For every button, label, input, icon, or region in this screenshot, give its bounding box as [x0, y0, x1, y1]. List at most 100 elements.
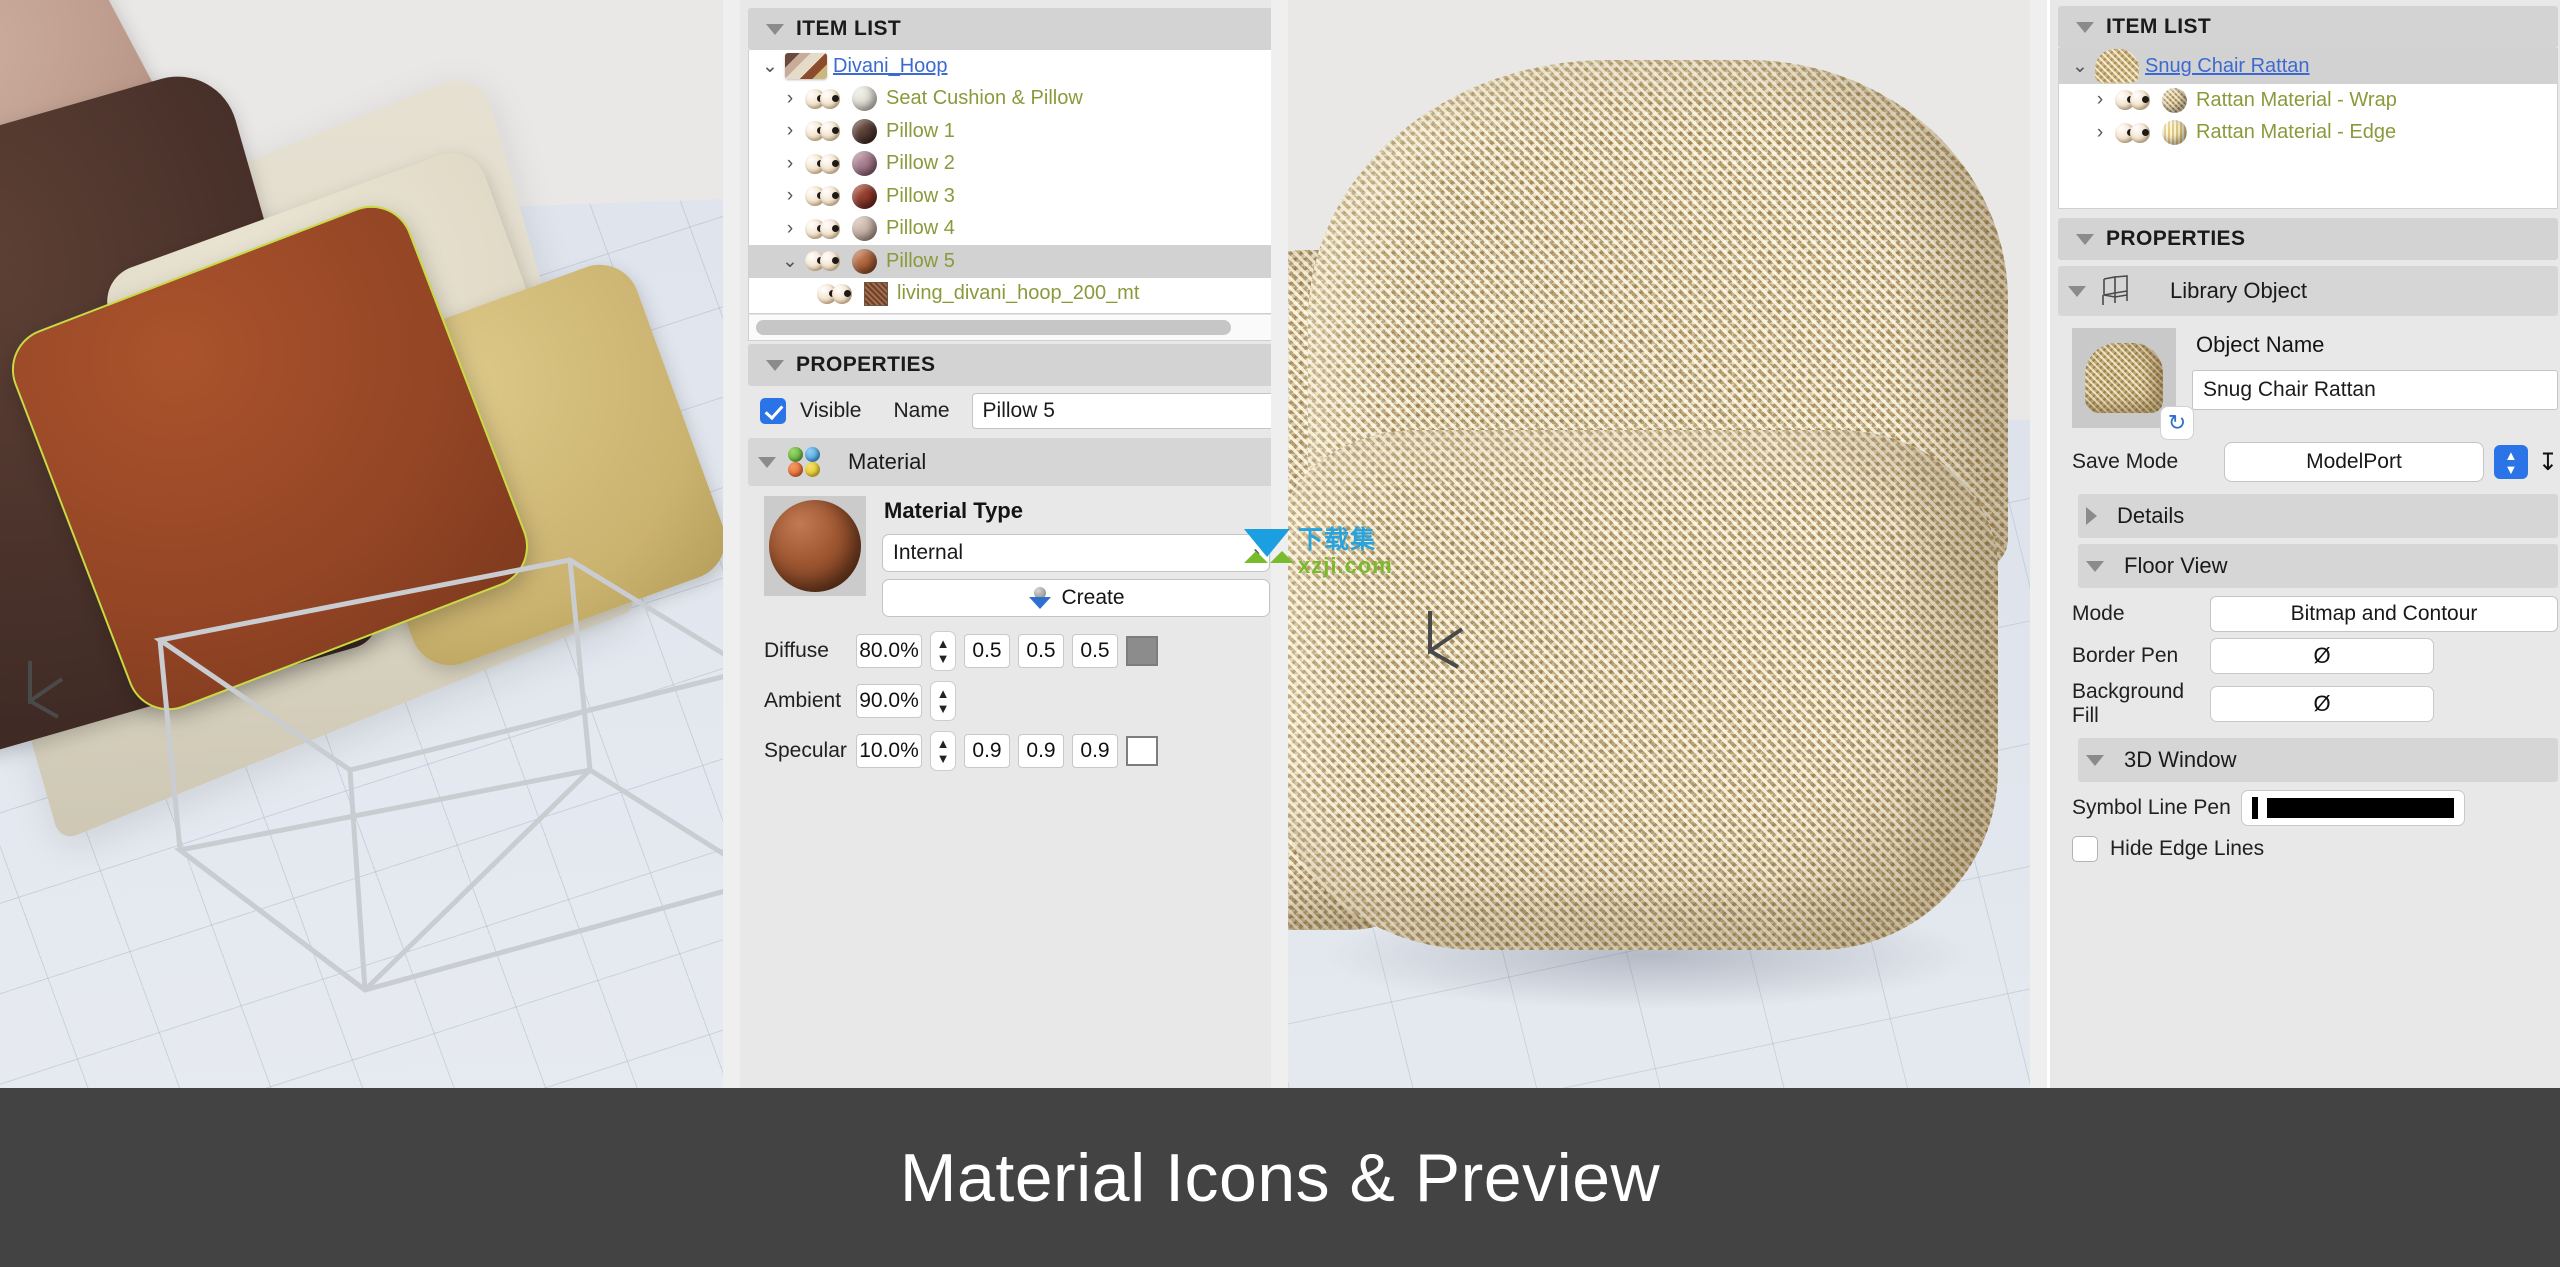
refresh-preview-button[interactable]: ↻ [2160, 406, 2194, 440]
hide-edge-lines-label: Hide Edge Lines [2110, 837, 2265, 860]
pen-color-bar [2266, 798, 2454, 818]
tree-row-label[interactable]: Pillow 5 [886, 250, 955, 273]
material-type-label: Material Type [884, 498, 1023, 523]
border-pen-value[interactable]: Ø [2210, 638, 2434, 674]
diffuse-b-input[interactable]: 0.5 [1072, 634, 1118, 668]
right-panel-divider[interactable] [2030, 0, 2047, 1088]
sofa-3d-viewport[interactable] [0, 0, 723, 1088]
library-object-header[interactable]: Library Object [2058, 266, 2558, 316]
tree-row-living-divani-hoop-texture[interactable]: living_divani_hoop_200_mt [749, 278, 1279, 311]
tree-row-pillow-5[interactable]: ⌄ Pillow 5 [749, 245, 1279, 278]
ambient-percent-input[interactable]: 90.0% [856, 684, 922, 718]
rattan-chair-3d-viewport[interactable] [1288, 0, 2030, 1088]
chevron-down-icon[interactable]: ⌄ [755, 55, 785, 78]
specular-percent-input[interactable]: 10.0% [856, 734, 922, 768]
border-pen-label: Border Pen [2072, 644, 2179, 667]
tree-row-pillow-4[interactable]: › Pillow 4 [749, 213, 1279, 246]
left-properties-header[interactable]: PROPERTIES [748, 344, 1280, 386]
chevron-right-icon [2086, 507, 2097, 525]
details-title: Details [2117, 503, 2185, 528]
tree-row-label[interactable]: Rattan Material - Edge [2196, 121, 2396, 144]
tree-row-label[interactable]: Snug Chair Rattan [2145, 55, 2310, 78]
tree-row-label[interactable]: Divani_Hoop [833, 55, 948, 78]
material-eyes-icon [805, 250, 845, 272]
diffuse-color-swatch[interactable] [1126, 636, 1158, 666]
tree-row-label[interactable]: Pillow 4 [886, 217, 955, 240]
tree-row-pillow-1[interactable]: › Pillow 1 [749, 115, 1279, 148]
diffuse-r-input[interactable]: 0.5 [964, 634, 1010, 668]
left-item-tree[interactable]: ⌄ Divani_Hoop › Seat Cushion & Pillow › [748, 50, 1280, 314]
tree-row-pillow-2[interactable]: › Pillow 2 [749, 148, 1279, 181]
sofa-thumbnail-icon [785, 53, 827, 80]
material-preview-thumbnail [764, 496, 866, 596]
tree-row-label[interactable]: Seat Cushion & Pillow [886, 87, 1083, 110]
chair-preview-render [2085, 343, 2163, 413]
object-name-input[interactable]: Snug Chair Rattan [2192, 370, 2558, 410]
object-name-input[interactable]: Pillow 5 [971, 393, 1280, 429]
ambient-stepper[interactable]: ▲ ▼ [930, 681, 956, 721]
left-item-list-hscrollbar[interactable] [748, 314, 1280, 341]
create-material-button[interactable]: Create [882, 579, 1270, 617]
tree-row-seat-cushion[interactable]: › Seat Cushion & Pillow [749, 83, 1279, 116]
diffuse-g-input[interactable]: 0.5 [1018, 634, 1064, 668]
chevron-right-icon[interactable]: › [775, 218, 805, 240]
floor-view-section-header[interactable]: Floor View [2078, 544, 2558, 588]
chair-seat [1288, 430, 1998, 950]
diffuse-stepper[interactable]: ▲ ▼ [930, 631, 956, 671]
specular-color-swatch[interactable] [1126, 736, 1158, 766]
save-mode-stepper[interactable]: ▲ ▼ [2493, 445, 2528, 479]
mode-select[interactable]: Bitmap and Contour [2210, 596, 2558, 632]
create-download-icon [1027, 587, 1053, 609]
material-eyes-icon [2115, 122, 2155, 144]
tree-row-label[interactable]: Pillow 2 [886, 152, 955, 175]
tree-row-divani-hoop[interactable]: ⌄ Divani_Hoop [749, 50, 1279, 83]
diffuse-percent-input[interactable]: 80.0% [856, 634, 922, 668]
tree-row-rattan-material-wrap[interactable]: › Rattan Material - Wrap [2059, 84, 2557, 117]
material-section-header[interactable]: Material [748, 438, 1280, 486]
background-fill-value[interactable]: Ø [2210, 686, 2434, 722]
texture-swatch-icon [864, 281, 888, 306]
right-item-list-header[interactable]: ITEM LIST [2058, 6, 2558, 48]
chevron-right-icon[interactable]: › [775, 185, 805, 207]
tree-row-label[interactable]: living_divani_hoop_200_mt [897, 282, 1139, 305]
symbol-line-pen-value[interactable] [2240, 790, 2465, 826]
tree-row-label[interactable]: Pillow 1 [886, 120, 955, 143]
chevron-down-icon [2076, 21, 2094, 33]
chevron-right-icon[interactable]: › [2085, 122, 2115, 144]
name-label: Name [893, 399, 950, 422]
visible-checkbox[interactable] [760, 398, 786, 424]
details-section-header[interactable]: Details [2078, 494, 2558, 538]
symbol-line-pen-label: Symbol Line Pen [2072, 796, 2231, 819]
3d-window-section-header[interactable]: 3D Window [2078, 738, 2558, 782]
chevron-right-icon[interactable]: › [2085, 89, 2115, 111]
tree-row-snug-chair-rattan[interactable]: ⌄ Snug Chair Rattan [2059, 48, 2557, 84]
tree-row-label[interactable]: Pillow 3 [886, 185, 955, 208]
save-to-icon[interactable]: ↧ [2538, 448, 2558, 477]
chevron-right-icon[interactable]: › [775, 88, 805, 110]
tree-row-label[interactable]: Rattan Material - Wrap [2196, 89, 2397, 112]
background-fill-row: Background Fill Ø [2058, 674, 2558, 728]
specular-b-input[interactable]: 0.9 [1072, 734, 1118, 768]
chevron-down-icon[interactable]: ⌄ [2065, 55, 2095, 78]
chevron-right-icon[interactable]: › [775, 120, 805, 142]
chevron-right-icon[interactable]: › [775, 153, 805, 175]
chair-outline-icon [2102, 275, 2128, 305]
specular-stepper[interactable]: ▲ ▼ [930, 731, 956, 771]
specular-g-input[interactable]: 0.9 [1018, 734, 1064, 768]
chevron-down-icon [2086, 754, 2104, 766]
right-item-tree[interactable]: ⌄ Snug Chair Rattan › Rattan Material - … [2058, 48, 2558, 209]
right-properties-header[interactable]: PROPERTIES [2058, 218, 2558, 260]
tree-row-pillow-3[interactable]: › Pillow 3 [749, 180, 1279, 213]
left-item-list-header[interactable]: ITEM LIST [748, 8, 1280, 50]
chevron-down-icon[interactable]: ⌄ [775, 250, 805, 273]
specular-r-input[interactable]: 0.9 [964, 734, 1010, 768]
tree-row-rattan-material-edge[interactable]: › Rattan Material - Edge [2059, 117, 2557, 150]
library-object-title: Library Object [2170, 278, 2307, 303]
ambient-row: Ambient 90.0% ▲ ▼ [748, 671, 1280, 721]
save-mode-select[interactable]: ModelPort [2224, 442, 2484, 482]
symbol-line-pen-row: Symbol Line Pen [2058, 782, 2558, 826]
material-type-select[interactable]: Internal › [882, 534, 1270, 572]
middle-panel-divider[interactable] [1271, 0, 1288, 1088]
hide-edge-lines-checkbox[interactable] [2072, 836, 2098, 862]
left-panel-divider[interactable] [723, 0, 740, 1088]
